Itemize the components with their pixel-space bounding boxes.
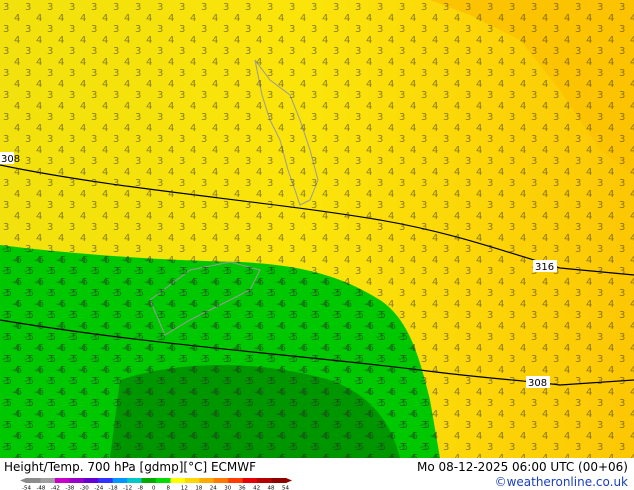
legend-tick-label: -48 [36, 486, 45, 490]
legend-swatch [54, 478, 70, 483]
legend-tick-label: -8 [138, 486, 144, 490]
legend-tick-label: 0 [152, 486, 156, 490]
legend-tick-label: 54 [282, 486, 289, 490]
svg-text:316: 316 [535, 262, 554, 273]
legend-tick-label: 8 [166, 486, 170, 490]
legend-tick-label: -38 [65, 486, 74, 490]
legend-swatch [257, 478, 273, 483]
legend-tick-label: 18 [195, 486, 202, 490]
legend-arrow-right [286, 478, 292, 483]
legend-swatch [26, 478, 41, 483]
legend-swatch [69, 478, 85, 483]
legend-swatch [98, 478, 114, 483]
legend-swatch [228, 478, 244, 483]
legend-tick-label: 48 [268, 486, 275, 490]
legend-tick-label: -30 [80, 486, 89, 490]
map-title: Height/Temp. 700 hPa [gdmp][°C] ECMWF [4, 460, 257, 474]
legend-swatch [83, 478, 99, 483]
run-time: Mo 08-12-2025 06:00 UTC (00+06) [416, 460, 628, 474]
legend-swatch [242, 478, 258, 483]
temperature-map: 3 4 -5 -6 308 316 308 [0, 0, 634, 458]
legend-swatch [112, 478, 128, 483]
credit-link[interactable]: ©weatheronline.co.uk [495, 475, 628, 489]
legend-swatch [156, 478, 171, 483]
legend-arrow-left [20, 478, 26, 483]
legend-tick-label: -42 [51, 486, 60, 490]
legend-swatch [141, 478, 157, 483]
legend-tick-label: 30 [224, 486, 231, 490]
legend-tick-label: 24 [210, 486, 217, 490]
legend-tick-label: 12 [181, 486, 188, 490]
legend-swatch [213, 478, 229, 483]
legend-swatch [170, 478, 186, 483]
map-footer: Height/Temp. 700 hPa [gdmp][°C] ECMWF Mo… [0, 458, 634, 490]
legend-swatch [199, 478, 215, 483]
legend-swatch [127, 478, 143, 483]
contour-label: 308 [0, 152, 20, 165]
legend-tick-label: 42 [253, 486, 260, 490]
legend-swatch [184, 478, 200, 483]
color-legend: -54 -48 -42 -38 -30 -24 -18 -12 -8 0 8 12 18 24 30 36 42… [20, 478, 292, 490]
legend-tick-label: 36 [239, 486, 246, 490]
legend-swatch [271, 478, 287, 483]
legend-tick-label: -18 [109, 486, 118, 490]
svg-text:308: 308 [528, 378, 547, 389]
contour-label: 308 [526, 376, 550, 389]
contour-label: 316 [533, 260, 557, 273]
svg-text:308: 308 [1, 154, 20, 165]
legend-tick-label: -24 [94, 486, 103, 490]
legend-swatch [40, 478, 56, 483]
legend-tick-label: -12 [123, 486, 132, 490]
legend-tick-label: -54 [22, 486, 31, 490]
